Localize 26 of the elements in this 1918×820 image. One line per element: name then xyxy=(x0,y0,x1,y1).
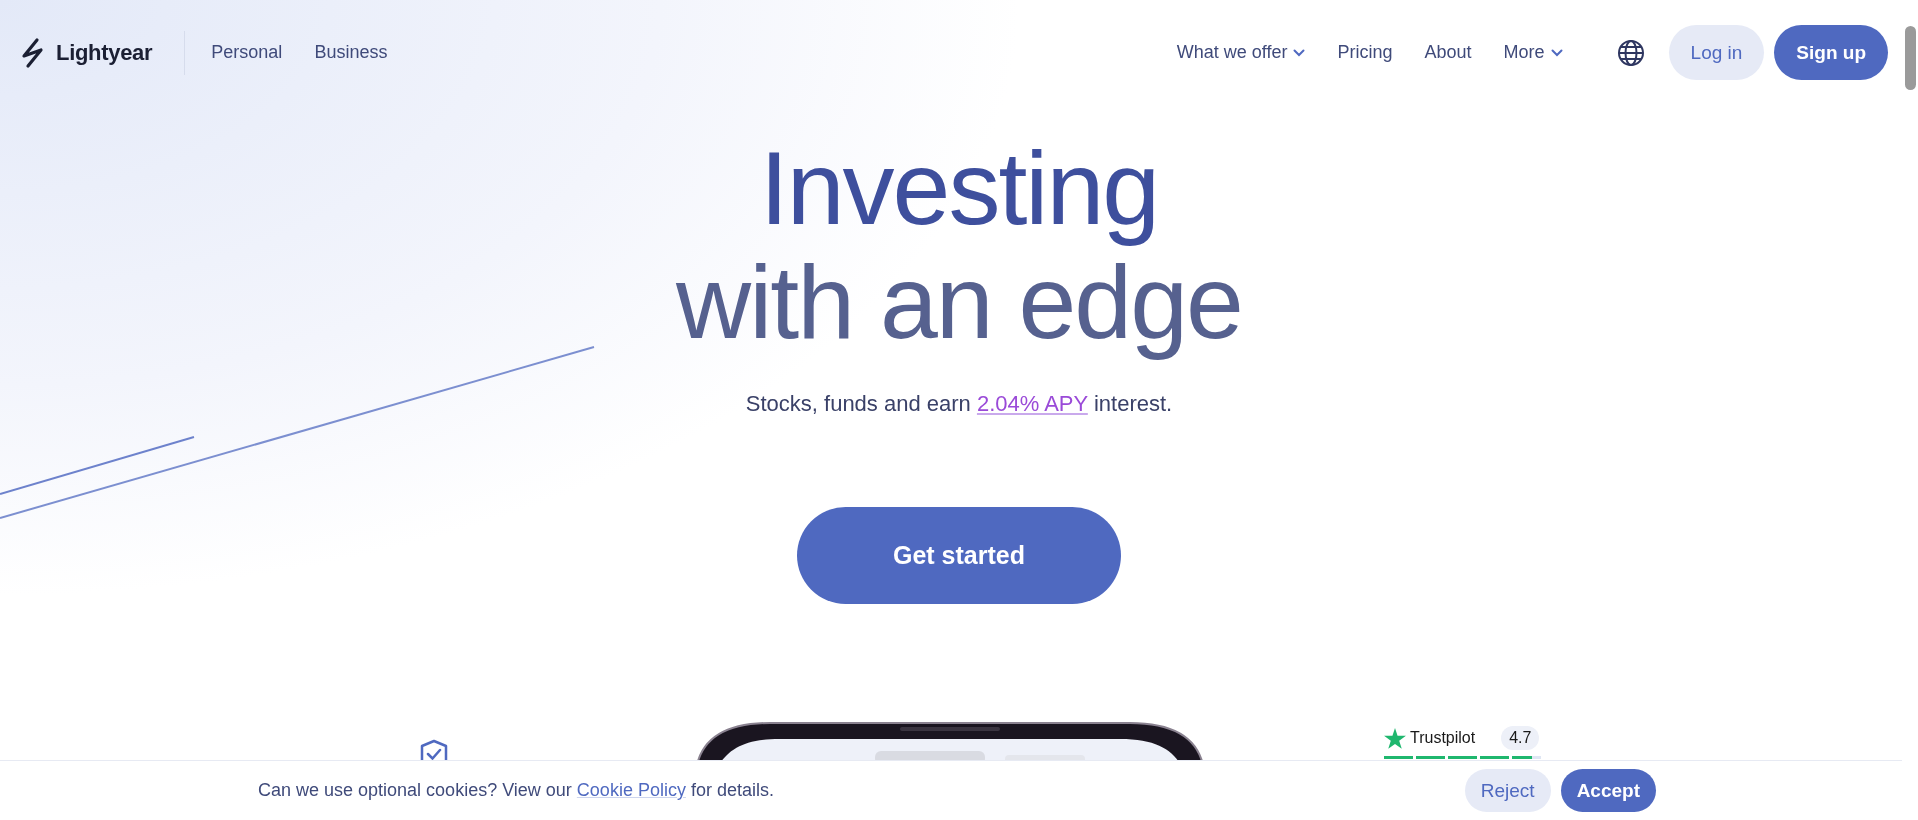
hero-subtitle: Stocks, funds and earn 2.04% APY interest. xyxy=(745,391,1173,417)
nav-link[interactable]: Personal xyxy=(211,42,283,63)
logo-text[interactable]: Lightyear xyxy=(56,39,153,66)
nav-link[interactable]: Business xyxy=(314,42,388,63)
shield-check-icon xyxy=(419,739,449,760)
hero-title: Investing xyxy=(759,131,1159,245)
get-started-button[interactable]: Get started xyxy=(797,507,1121,604)
scrollbar-thumb[interactable] xyxy=(1905,26,1916,90)
cookie-message: Can we use optional cookies? View our Cookie Policy for details. xyxy=(258,780,775,801)
globe-icon[interactable] xyxy=(1616,38,1645,67)
reject-button[interactable]: Reject xyxy=(1464,769,1551,812)
nav-dropdown[interactable]: What we offer xyxy=(1176,42,1306,63)
nav-link[interactable]: Pricing xyxy=(1337,42,1393,63)
trustpilot-logo[interactable]: Trustpilot xyxy=(1410,729,1476,747)
star-icon xyxy=(1384,727,1406,749)
chevron-icon xyxy=(1550,48,1563,57)
accept-button[interactable]: Accept xyxy=(1560,769,1656,812)
chevron-icon xyxy=(1293,48,1306,57)
login-button[interactable]: Log in xyxy=(1668,25,1765,80)
signup-button[interactable]: Sign up xyxy=(1774,25,1888,80)
hero-title: with an edge xyxy=(676,245,1242,359)
nav-dropdown[interactable]: More xyxy=(1503,42,1563,63)
apy-link[interactable]: 2.04% APY xyxy=(976,391,1088,416)
nav-link[interactable]: About xyxy=(1424,42,1472,63)
cookie-policy-link[interactable]: Cookie Policy xyxy=(576,780,686,800)
rating-badge: 4.7 xyxy=(1501,726,1540,750)
